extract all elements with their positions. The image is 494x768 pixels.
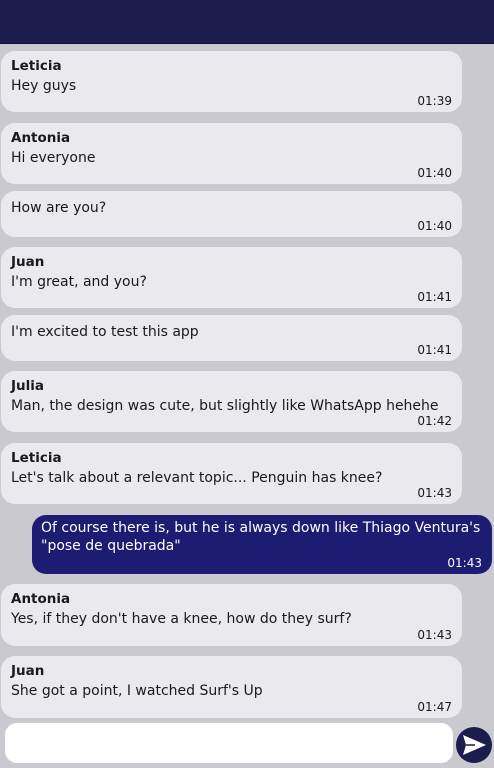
message-text: Of course there is, but he is always dow… [41, 520, 481, 554]
message-composer [0, 720, 494, 768]
message-text: Man, the design was cute, but slightly l… [11, 398, 439, 414]
message-text: Hi everyone [11, 150, 96, 166]
own-message-bubble: Of course there is, but he is always dow… [32, 515, 492, 574]
message-text: I'm great, and you? [11, 274, 147, 290]
message-sender: Juan [11, 663, 45, 679]
message-bubble: Juan She got a point, I watched Surf's U… [1, 656, 462, 718]
message-text: Yes, if they don't have a knee, how do t… [11, 611, 352, 627]
message-time: 01:43 [417, 486, 452, 500]
message-bubble: Antonia Yes, if they don't have a knee, … [1, 584, 462, 646]
send-arrow-icon [463, 735, 486, 755]
message-time: 01:42 [417, 414, 452, 428]
message-time: 01:43 [417, 628, 452, 642]
chat-header [0, 0, 494, 44]
message-time: 01:41 [417, 290, 452, 304]
message-bubble: Leticia Let's talk about a relevant topi… [1, 443, 462, 504]
send-button[interactable] [456, 727, 492, 763]
message-bubble: Leticia Hey guys 01:39 [1, 51, 462, 112]
message-text: Hey guys [11, 78, 77, 94]
message-sender: Antonia [11, 130, 71, 146]
message-bubble: Antonia Hi everyone 01:40 [1, 123, 462, 184]
message-sender: Julia [11, 378, 44, 394]
message-time: 01:43 [447, 556, 482, 570]
message-input[interactable] [5, 723, 453, 763]
message-list[interactable]: Leticia Hey guys 01:39 Antonia Hi everyo… [0, 44, 494, 720]
message-text: She got a point, I watched Surf's Up [11, 683, 263, 699]
message-sender: Juan [11, 254, 45, 270]
message-bubble: How are you? 01:40 [1, 191, 462, 237]
message-time: 01:39 [417, 94, 452, 108]
message-sender: Antonia [11, 591, 71, 607]
message-bubble: Juan I'm great, and you? 01:41 [1, 247, 462, 308]
message-text: Let's talk about a relevant topic... Pen… [11, 470, 383, 486]
message-time: 01:40 [417, 219, 452, 233]
message-sender: Leticia [11, 450, 62, 466]
message-time: 01:41 [417, 343, 452, 357]
message-text: How are you? [11, 200, 107, 216]
message-time: 01:47 [417, 700, 452, 714]
message-sender: Leticia [11, 58, 62, 74]
message-bubble: Julia Man, the design was cute, but slig… [1, 371, 462, 432]
message-bubble: I'm excited to test this app 01:41 [1, 315, 462, 361]
message-text: I'm excited to test this app [11, 324, 199, 340]
message-time: 01:40 [417, 166, 452, 180]
